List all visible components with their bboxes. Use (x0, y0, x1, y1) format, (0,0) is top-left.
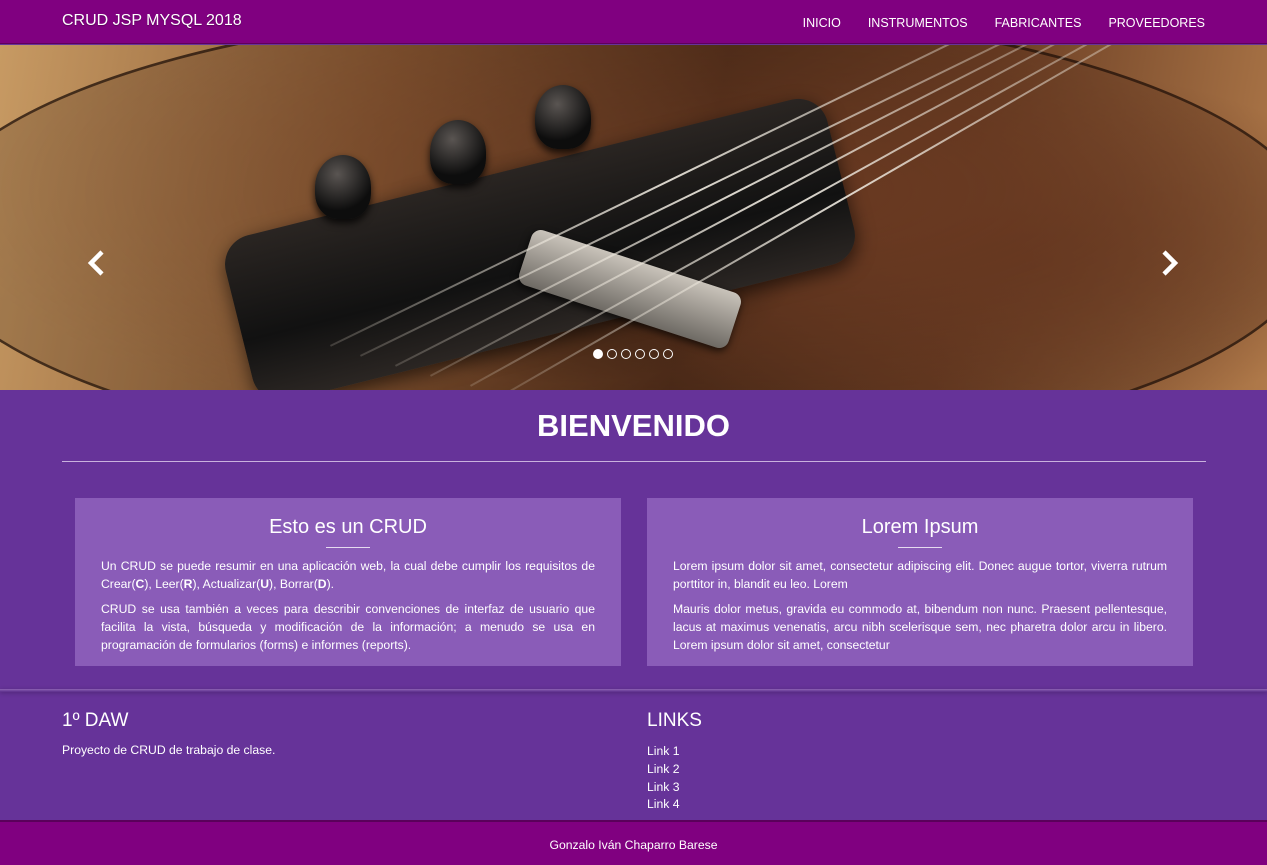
nav-link-instrumentos[interactable]: INSTRUMENTOS (868, 16, 968, 30)
chevron-left-icon (87, 250, 104, 276)
card-paragraph: Mauris dolor metus, gravida eu commodo a… (673, 602, 1167, 652)
guitar-knob-image (535, 85, 591, 149)
carousel-indicator-5[interactable] (649, 349, 659, 359)
footer-description: Proyecto de CRUD de trabajo de clase. (62, 743, 276, 757)
card-paragraph: Un CRUD se puede resumir en una aplicaci… (101, 559, 595, 591)
bottom-bar: Gonzalo Iván Chaparro Barese (0, 820, 1267, 865)
carousel-indicator-4[interactable] (635, 349, 645, 359)
nav-item-fabricantes: FABRICANTES (995, 14, 1082, 32)
nav-item-instrumentos: INSTRUMENTOS (868, 14, 968, 32)
card-divider (898, 547, 942, 548)
list-item: Link 3 (647, 779, 680, 797)
brand-link[interactable]: CRUD JSP MYSQL 2018 (62, 12, 242, 30)
welcome-title: BIENVENIDO (537, 408, 730, 443)
card-title: Lorem Ipsum (861, 516, 979, 538)
card-paragraph: Lorem ipsum dolor sit amet, consectetur … (673, 559, 1167, 591)
nav-link-fabricantes[interactable]: FABRICANTES (995, 16, 1082, 30)
chevron-right-icon (1162, 250, 1179, 276)
carousel-indicators (593, 349, 673, 359)
hero-carousel (0, 45, 1267, 390)
footer-title-course: 1º DAW (62, 710, 129, 731)
footer-title-links: LINKS (647, 710, 702, 731)
carousel-indicator-6[interactable] (663, 349, 673, 359)
footer-link-2[interactable]: Link 2 (647, 762, 680, 776)
nav-item-proveedores: PROVEEDORES (1108, 14, 1205, 32)
list-item: Link 2 (647, 761, 680, 779)
carousel-prev-button[interactable] (86, 250, 108, 284)
guitar-knob-image (430, 120, 486, 184)
navbar: CRUD JSP MYSQL 2018 INICIO INSTRUMENTOS … (0, 0, 1267, 44)
nav-link-inicio[interactable]: INICIO (803, 16, 841, 30)
list-item: Link 1 (647, 743, 680, 761)
carousel-indicator-3[interactable] (621, 349, 631, 359)
info-card-lorem: Lorem Ipsum Lorem ipsum dolor sit amet, … (647, 498, 1193, 666)
nav-item-inicio: INICIO (803, 14, 841, 32)
footer-links-list: Link 1 Link 2 Link 3 Link 4 (647, 743, 680, 814)
nav-menu: INICIO INSTRUMENTOS FABRICANTES PROVEEDO… (803, 14, 1205, 32)
list-item: Link 4 (647, 796, 680, 814)
card-title: Esto es un CRUD (269, 516, 427, 538)
carousel-indicator-1[interactable] (593, 349, 603, 359)
footer-separator (0, 689, 1267, 692)
carousel-next-button[interactable] (1158, 250, 1180, 284)
divider (62, 461, 1206, 462)
card-divider (326, 547, 370, 548)
nav-link-proveedores[interactable]: PROVEEDORES (1108, 16, 1205, 30)
guitar-knob-image (315, 155, 371, 219)
footer-link-1[interactable]: Link 1 (647, 744, 680, 758)
card-paragraph: CRUD se usa también a veces para describ… (101, 602, 595, 652)
info-card-crud: Esto es un CRUD Un CRUD se puede resumir… (75, 498, 621, 666)
footer-link-3[interactable]: Link 3 (647, 780, 680, 794)
carousel-indicator-2[interactable] (607, 349, 617, 359)
footer-link-4[interactable]: Link 4 (647, 797, 680, 811)
author-credit: Gonzalo Iván Chaparro Barese (549, 838, 718, 852)
